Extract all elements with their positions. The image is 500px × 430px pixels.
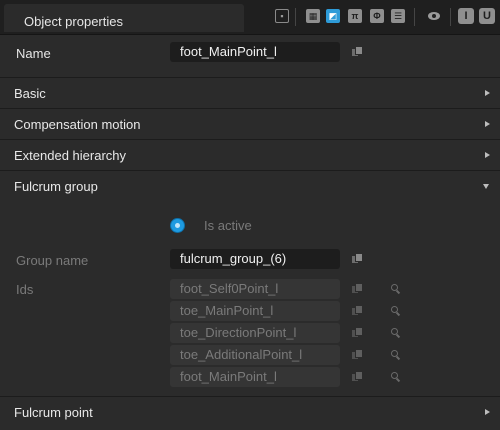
chevron-right-icon	[485, 152, 490, 158]
section-fulcrum-point[interactable]: Fulcrum point	[0, 397, 500, 430]
object-properties-panel: Object properties ▪ ▦ ◩ π Φ ☰ I U Name f…	[0, 0, 500, 430]
copy-icon[interactable]	[352, 254, 362, 264]
section-compensation-motion[interactable]: Compensation motion	[0, 109, 500, 139]
section-fulcrum-group[interactable]: Fulcrum group	[0, 171, 500, 201]
chevron-right-icon	[485, 409, 490, 415]
toolbar-divider	[295, 8, 296, 26]
pi-icon[interactable]: π	[348, 9, 362, 23]
section-title: Fulcrum point	[14, 405, 93, 420]
frame-icon[interactable]: ▪	[275, 9, 289, 23]
chevron-right-icon	[485, 121, 490, 127]
group-name-field[interactable]: fulcrum_group_(6)	[170, 249, 340, 269]
id-field[interactable]: foot_MainPoint_l	[170, 367, 340, 387]
toolbar-divider	[450, 8, 451, 26]
is-active-label: Is active	[204, 218, 252, 233]
panel-tab[interactable]: Object properties	[4, 4, 244, 32]
underline-icon[interactable]: U	[479, 8, 495, 24]
section-title: Fulcrum group	[14, 179, 98, 194]
section-title: Basic	[14, 86, 46, 101]
search-icon[interactable]	[391, 372, 400, 381]
section-basic[interactable]: Basic	[0, 78, 500, 108]
copy-icon[interactable]	[352, 284, 362, 294]
list-icon[interactable]: ☰	[391, 9, 405, 23]
id-field[interactable]: toe_AdditionalPoint_l	[170, 345, 340, 365]
section-title: Extended hierarchy	[14, 148, 127, 163]
search-icon[interactable]	[391, 350, 400, 359]
copy-icon[interactable]	[352, 372, 362, 382]
grid-icon[interactable]: ▦	[306, 9, 320, 23]
chevron-right-icon	[485, 90, 490, 96]
copy-icon[interactable]	[352, 306, 362, 316]
layers-icon[interactable]: ◩	[326, 9, 340, 23]
group-name-label: Group name	[16, 253, 89, 268]
is-active-radio[interactable]	[171, 219, 184, 232]
ids-label: Ids	[16, 282, 34, 297]
id-field[interactable]: toe_DirectionPoint_l	[170, 323, 340, 343]
search-icon[interactable]	[391, 328, 400, 337]
panel-titlebar: Object properties ▪ ▦ ◩ π Φ ☰ I U	[0, 0, 500, 35]
split-icon[interactable]: Φ	[370, 9, 384, 23]
id-field[interactable]: toe_MainPoint_l	[170, 301, 340, 321]
id-field[interactable]: foot_Self0Point_l	[170, 279, 340, 299]
search-icon[interactable]	[391, 306, 400, 315]
toolbar-divider	[414, 8, 415, 26]
copy-icon[interactable]	[352, 47, 362, 57]
eye-icon[interactable]	[428, 12, 440, 20]
panel-title: Object properties	[24, 14, 123, 29]
section-extended-hierarchy[interactable]: Extended hierarchy	[0, 140, 500, 170]
copy-icon[interactable]	[352, 328, 362, 338]
name-field[interactable]: foot_MainPoint_l	[170, 42, 340, 62]
text-cursor-icon[interactable]: I	[458, 8, 474, 24]
chevron-down-icon	[483, 184, 489, 189]
search-icon[interactable]	[391, 284, 400, 293]
name-label: Name	[16, 46, 51, 61]
copy-icon[interactable]	[352, 350, 362, 360]
section-title: Compensation motion	[14, 117, 141, 132]
